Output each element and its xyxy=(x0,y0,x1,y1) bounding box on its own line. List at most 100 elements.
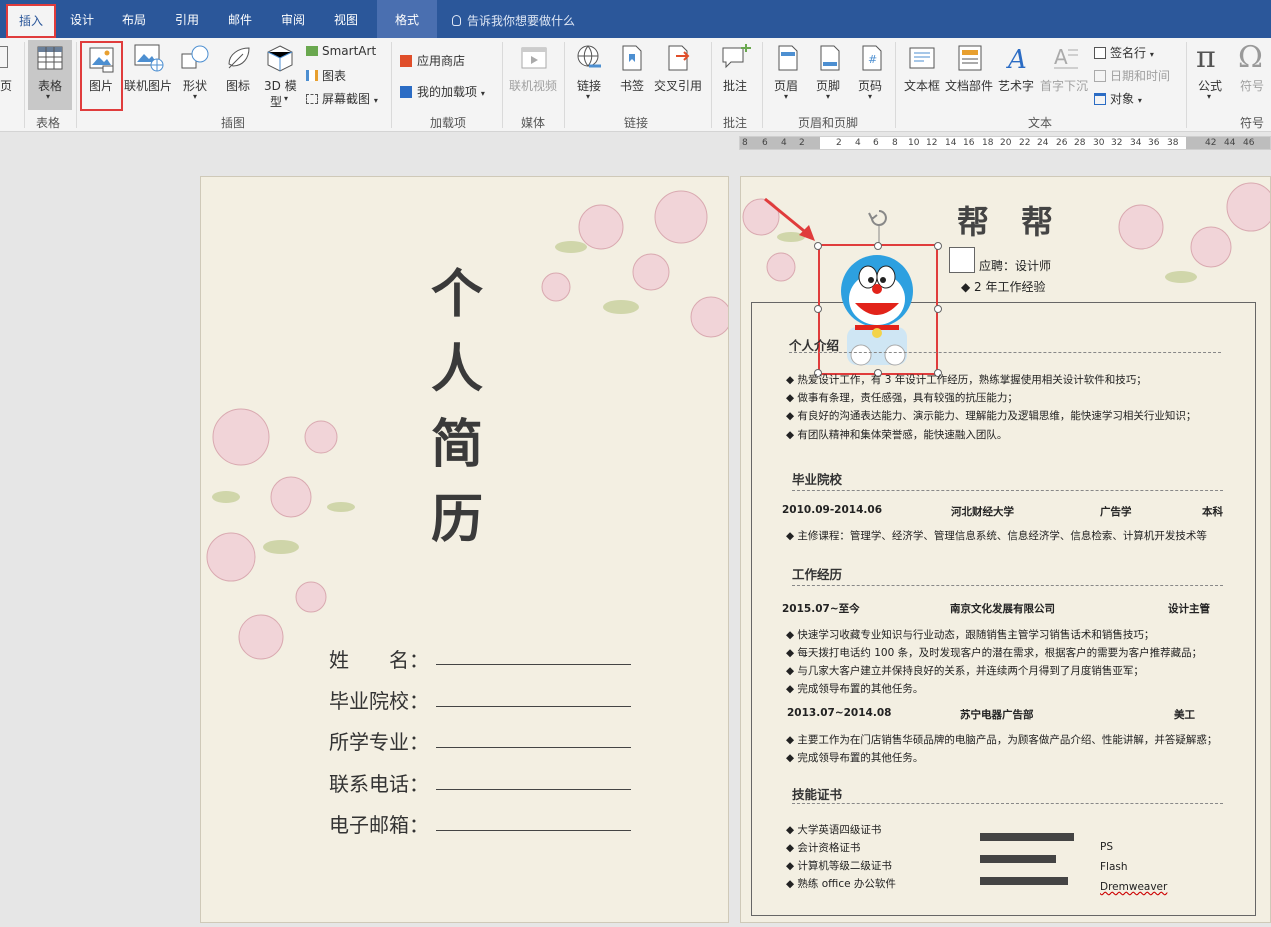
job-duty: ◆ 主要工作为在门店销售华硕品牌的电脑产品，为顾客做产品介绍、性能讲解，并答疑解… xyxy=(786,734,1218,746)
phone-field-line[interactable] xyxy=(436,789,631,790)
dropdown-arrow-icon: ▾ xyxy=(868,92,873,101)
ruler-tick: 2 xyxy=(836,138,842,148)
store-icon xyxy=(400,55,412,67)
certificate-item: ◆ 计算机等级二级证书 xyxy=(786,860,892,872)
pictures-button[interactable]: 图片 xyxy=(80,41,123,111)
email-field-line[interactable] xyxy=(436,830,631,831)
ruler-tick: 26 xyxy=(1056,138,1068,148)
object-button[interactable]: 对象 ▾ xyxy=(1094,90,1142,107)
resume-page[interactable]: 帮 帮 应聘：设计师 ◆ 2 年工作经验 个人介绍 ◆ 热爱设计工作，有 3 年… xyxy=(740,176,1271,923)
smartart-button[interactable]: SmartArt xyxy=(306,44,376,58)
group-label-media: 媒体 xyxy=(521,116,546,130)
cover-page[interactable]: 个 人 简 历 姓 名： 毕业院校： 所学专业： 联系电话： 电子邮箱： xyxy=(200,176,729,923)
ribbon-tab-bar: 插入 设计 布局 引用 邮件 审阅 视图 格式 告诉我你想要做什么 xyxy=(0,0,1271,38)
chart-icon xyxy=(306,70,318,81)
tab-insert[interactable]: 插入 xyxy=(6,4,56,38)
intro-item: ◆ 有良好的沟通表达能力、演示能力、理解能力及逻辑思维，能快速学习相关行业知识； xyxy=(786,410,1197,422)
shapes-icon xyxy=(181,45,209,69)
table-button[interactable]: 表格 ▾ xyxy=(28,40,72,110)
bookmark-button[interactable]: 书签 xyxy=(620,77,644,94)
edu-school: 河北财经大学 xyxy=(951,506,1014,518)
dropdown-arrow-icon: ▾ xyxy=(1149,50,1154,59)
page-number-icon: # xyxy=(862,45,882,71)
edu-degree: 本科 xyxy=(1202,506,1223,518)
svg-text:A: A xyxy=(1054,45,1068,69)
picture-icon xyxy=(89,47,114,73)
job-company: 南京文化发展有限公司 xyxy=(950,603,1055,615)
experience-years: ◆ 2 年工作经验 xyxy=(961,280,1046,294)
school-field-line[interactable] xyxy=(436,706,631,707)
comment-icon xyxy=(722,44,751,69)
tab-mailings[interactable]: 邮件 xyxy=(218,0,262,38)
header-icon xyxy=(778,45,798,71)
major-field-line[interactable] xyxy=(436,747,631,748)
resume-name-heading: 帮 帮 xyxy=(957,203,1054,241)
tab-review[interactable]: 审阅 xyxy=(271,0,315,38)
link-globe-icon xyxy=(577,45,601,68)
chart-button[interactable]: 图表 xyxy=(306,67,346,84)
screenshot-label: 屏幕截图 xyxy=(322,92,371,106)
date-time-button: 日期和时间 xyxy=(1094,67,1170,84)
chart-label: 图表 xyxy=(322,69,347,83)
resize-handle[interactable] xyxy=(874,242,882,250)
online-video-button: 联机视频 xyxy=(509,79,558,93)
textbox-icon xyxy=(909,47,935,69)
signature-line-button[interactable]: 签名行 ▾ xyxy=(1094,44,1154,61)
dropdown-arrow-icon: ▾ xyxy=(193,92,198,101)
ruler-tick: 14 xyxy=(945,138,957,148)
certificate-item: ◆ 会计资格证书 xyxy=(786,842,861,854)
my-addins-label: 我的加载项 xyxy=(417,85,478,99)
icons-button[interactable]: 图标 xyxy=(226,77,250,94)
3d-models-button[interactable]: 3D 模 xyxy=(264,77,297,94)
store-button[interactable]: 应用商店 xyxy=(400,52,465,69)
name-field-line[interactable] xyxy=(436,664,631,665)
phone-field-label: 联系电话： xyxy=(329,772,429,796)
tab-references[interactable]: 引用 xyxy=(165,0,209,38)
cover-title-char: 历 xyxy=(431,489,484,550)
tell-me-search[interactable]: 告诉我你想要做什么 xyxy=(452,0,575,38)
calendar-icon xyxy=(1094,70,1106,82)
pages-button-partial[interactable]: 页 xyxy=(0,77,12,94)
online-pictures-button[interactable]: 联机图片 xyxy=(124,77,172,94)
tell-me-text: 告诉我你想要做什么 xyxy=(467,14,576,28)
wordart-button[interactable]: 艺术字 xyxy=(998,77,1034,94)
email-field-label: 电子邮箱： xyxy=(329,813,429,837)
resize-handle[interactable] xyxy=(814,305,822,313)
dropdown-arrow-icon: ▾ xyxy=(784,92,789,101)
omega-icon: Ω xyxy=(1238,40,1263,75)
ruler-tick: 46 xyxy=(1243,138,1255,148)
intro-item: ◆ 做事有条理，责任感强，具有较强的抗压能力； xyxy=(786,392,1018,404)
resize-handle[interactable] xyxy=(934,305,942,313)
skill-name: PS xyxy=(1100,841,1113,853)
drop-cap-button: 首字下沉 xyxy=(1040,79,1089,93)
tab-view[interactable]: 视图 xyxy=(324,0,368,38)
ruler-tick: 6 xyxy=(762,138,768,148)
tab-design[interactable]: 设计 xyxy=(60,0,104,38)
tab-format[interactable]: 格式 xyxy=(377,0,437,38)
3d-model-icon xyxy=(267,45,293,72)
cross-reference-button[interactable]: 交叉引用 xyxy=(654,77,702,94)
comment-button[interactable]: 批注 xyxy=(723,77,747,94)
ruler-tick: 36 xyxy=(1148,138,1160,148)
screenshot-button[interactable]: 屏幕截图 ▾ xyxy=(306,90,378,107)
quick-parts-button[interactable]: 文档部件 xyxy=(945,77,993,94)
ruler-tick: 2 xyxy=(799,138,805,148)
group-label-links: 链接 xyxy=(624,116,649,130)
job-duty: ◆ 完成领导布置的其他任务。 xyxy=(786,752,924,764)
drop-cap-icon: A xyxy=(1054,45,1078,69)
ruler-tick: 4 xyxy=(855,138,861,148)
edu-major: 广告学 xyxy=(1100,506,1132,518)
section-title-school: 毕业院校 xyxy=(792,472,843,487)
my-addins-button[interactable]: 我的加载项 ▾ xyxy=(400,83,485,100)
3d-models-label-2: 型 xyxy=(270,95,283,109)
resize-handle[interactable] xyxy=(934,242,942,250)
dropdown-arrow-icon: ▾ xyxy=(1207,92,1212,101)
symbol-button: 符号 xyxy=(1240,79,1265,93)
textbox-button[interactable]: 文本框 xyxy=(904,77,940,94)
object-icon xyxy=(1094,93,1106,105)
job-period: 2013.07~2014.08 xyxy=(787,707,892,719)
horizontal-ruler[interactable]: 8 6 4 2 2 4 6 8 10 12 14 16 18 20 22 24 … xyxy=(739,136,1271,150)
tab-layout[interactable]: 布局 xyxy=(112,0,156,38)
svg-text:A: A xyxy=(1006,45,1027,72)
layout-options-icon[interactable] xyxy=(949,247,975,273)
